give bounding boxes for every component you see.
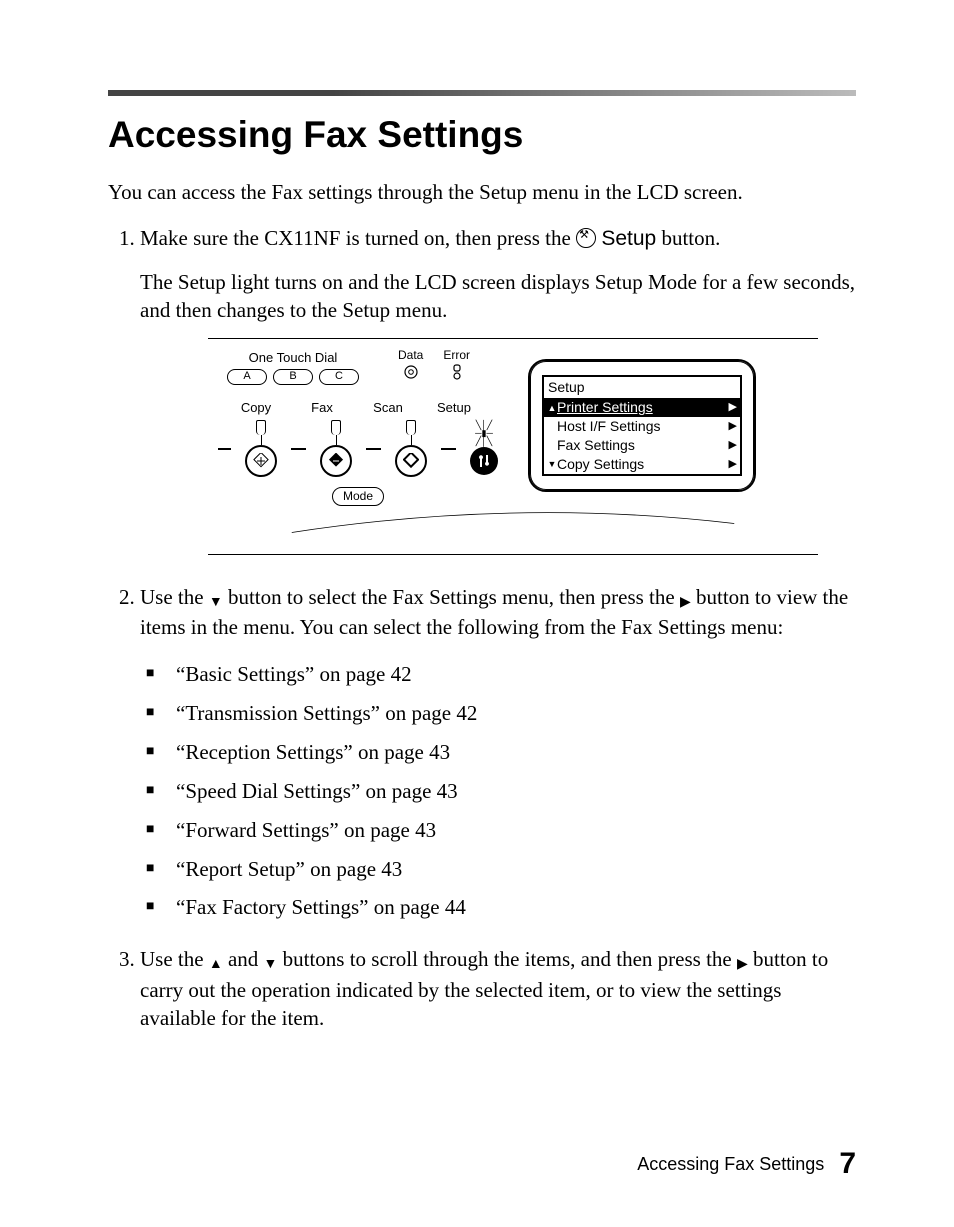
intro-paragraph: You can access the Fax settings through …	[108, 178, 856, 206]
fax-settings-sublist: “Basic Settings” on page 42 “Transmissio…	[140, 655, 856, 927]
page-number: 7	[839, 1147, 856, 1180]
bullet-transmission-settings: “Transmission Settings” on page 42	[176, 694, 856, 733]
mode-button-copy	[245, 420, 277, 477]
otd-button-a: A	[227, 369, 267, 385]
lcd-title: Setup	[544, 377, 740, 398]
lcd-item-arrow-icon: ▶	[729, 400, 737, 415]
step-3-pre: Use the	[140, 947, 209, 971]
setup-icon	[576, 228, 596, 248]
mode-label-copy: Copy	[236, 399, 276, 417]
setup-light-icon: ╲│╱ ─▮─ ╱│╲	[475, 422, 493, 445]
one-touch-dial-label: One Touch Dial	[218, 349, 368, 367]
page-footer: Accessing Fax Settings 7	[637, 1147, 856, 1181]
right-arrow-icon	[737, 947, 748, 975]
copy-icon	[245, 445, 277, 477]
step-3-mid1: and	[223, 947, 264, 971]
page-title: Accessing Fax Settings	[108, 114, 856, 156]
step-3: Use the and buttons to scroll through th…	[140, 945, 856, 1032]
manual-page: Accessing Fax Settings You can access th…	[0, 0, 954, 1227]
step-3-text: Use the and buttons to scroll through th…	[140, 945, 856, 1032]
fax-icon	[320, 445, 352, 477]
data-led-icon	[403, 364, 419, 380]
step-2-pre: Use the	[140, 585, 209, 609]
bullet-forward-settings: “Forward Settings” on page 43	[176, 811, 856, 850]
bullet-reception-settings: “Reception Settings” on page 43	[176, 733, 856, 772]
mode-label-setup: Setup	[434, 399, 474, 417]
step-1-line-1: Make sure the CX11NF is turned on, then …	[140, 224, 856, 253]
lcd-panel: Setup ▲ Printer Settings ▶ Host I/F Sett…	[528, 359, 756, 491]
right-arrow-icon	[680, 585, 691, 613]
lcd-item-label: Host I/F Settings	[557, 417, 729, 436]
mode-oval-label: Mode	[332, 487, 384, 505]
step-1-post: button.	[656, 226, 720, 250]
step-3-mid2: buttons to scroll through the items, and…	[277, 947, 737, 971]
mode-button-scan	[395, 420, 427, 477]
one-touch-dial-buttons: A B C	[218, 369, 368, 385]
bullet-speed-dial-settings: “Speed Dial Settings” on page 43	[176, 772, 856, 811]
lcd-item-host-if-settings: Host I/F Settings ▶	[544, 417, 740, 436]
step-1: Make sure the CX11NF is turned on, then …	[140, 224, 856, 554]
mode-labels-row: Copy Fax Scan Setup	[236, 399, 498, 417]
error-led-label: Error	[443, 347, 470, 363]
mode-button-setup: ╲│╱ ─▮─ ╱│╲	[470, 422, 498, 475]
control-panel-figure: One Touch Dial A B C Data	[208, 338, 818, 554]
bullet-basic-settings: “Basic Settings” on page 42	[176, 655, 856, 694]
otd-button-c: C	[319, 369, 359, 385]
scan-icon	[395, 445, 427, 477]
lcd-item-label: Fax Settings	[557, 436, 729, 455]
step-1-pre: Make sure the CX11NF is turned on, then …	[140, 226, 576, 250]
step-2-mid: button to select the Fax Settings menu, …	[223, 585, 680, 609]
down-arrow-icon	[209, 585, 223, 613]
lcd-item-fax-settings: Fax Settings ▶	[544, 436, 740, 455]
lcd-item-arrow-icon: ▶	[729, 457, 737, 472]
step-2: Use the button to select the Fax Setting…	[140, 583, 856, 928]
procedure-list: Make sure the CX11NF is turned on, then …	[108, 224, 856, 1032]
footer-section-title: Accessing Fax Settings	[637, 1154, 824, 1174]
section-rule	[108, 90, 856, 96]
mode-buttons-row: ╲│╱ ─▮─ ╱│╲	[218, 420, 498, 477]
lcd-item-printer-settings: ▲ Printer Settings ▶	[544, 398, 740, 417]
lcd-item-arrow-icon: ▶	[729, 438, 737, 453]
lcd-scroll-up-icon: ▲	[547, 402, 557, 414]
down-arrow-icon	[264, 947, 278, 975]
setup-tools-icon	[470, 447, 498, 475]
data-led-label: Data	[398, 347, 423, 363]
data-led: Data	[398, 347, 423, 383]
mode-label-fax: Fax	[302, 399, 342, 417]
up-arrow-icon	[209, 947, 223, 975]
lcd-item-label: Printer Settings	[557, 398, 729, 417]
mode-label-scan: Scan	[368, 399, 408, 417]
bullet-report-setup: “Report Setup” on page 43	[176, 850, 856, 889]
lcd-item-label: Copy Settings	[557, 455, 729, 474]
step-1-line-2: The Setup light turns on and the LCD scr…	[140, 268, 856, 325]
otd-button-b: B	[273, 369, 313, 385]
figure-base-curve	[218, 510, 808, 540]
mode-button-fax	[320, 420, 352, 477]
error-led: Error	[443, 347, 470, 383]
step-2-text: Use the button to select the Fax Setting…	[140, 583, 856, 642]
lcd-item-arrow-icon: ▶	[729, 419, 737, 434]
lcd-item-copy-settings: ▼ Copy Settings ▶	[544, 455, 740, 474]
lcd-screen: Setup ▲ Printer Settings ▶ Host I/F Sett…	[542, 375, 742, 475]
lcd-scroll-down-icon: ▼	[547, 458, 557, 470]
bullet-fax-factory-settings: “Fax Factory Settings” on page 44	[176, 888, 856, 927]
control-panel-drawing: One Touch Dial A B C Data	[218, 349, 498, 505]
setup-button-label: Setup	[601, 227, 656, 250]
error-led-icon	[449, 364, 465, 380]
